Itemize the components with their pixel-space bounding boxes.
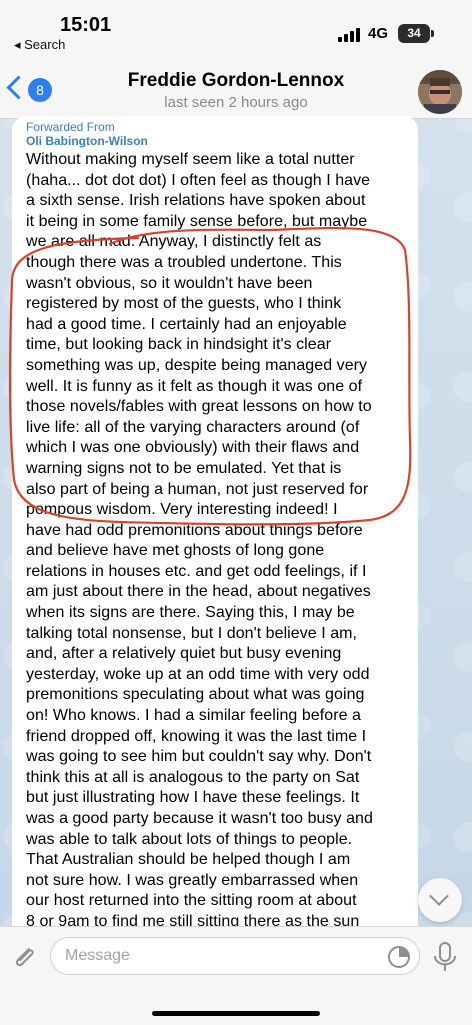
message-line: registered by most of the guests, who I … bbox=[26, 295, 342, 313]
message-line: was a good party because it wasn't too b… bbox=[26, 810, 373, 827]
message-placeholder: Message bbox=[65, 947, 130, 964]
status-time: 15:01 bbox=[60, 14, 112, 36]
forwarded-from-name[interactable]: Oli Babington-Wilson bbox=[26, 134, 148, 148]
message-line: well. It is funny as it felt as though i… bbox=[26, 377, 363, 395]
message-line: had a good time. I certainly had an enjo… bbox=[26, 315, 347, 333]
message-line: premonitions speculating about what was … bbox=[26, 686, 365, 704]
message-line: time, but looking back in hindsight it's… bbox=[26, 336, 332, 354]
message-line: That Australian should be helped though … bbox=[26, 851, 351, 869]
message-line: we are all mad. Anyway, I distinctly fel… bbox=[26, 233, 322, 251]
avatar[interactable] bbox=[418, 70, 462, 114]
network-type: 4G bbox=[368, 25, 389, 42]
message-input[interactable]: Message bbox=[50, 937, 420, 975]
message-line: relations in houses etc. and get odd fee… bbox=[26, 562, 367, 580]
message-line: but just illustrating how I have these f… bbox=[26, 789, 360, 807]
message-line: something was up, despite being managed … bbox=[26, 356, 368, 374]
sticker-icon[interactable] bbox=[387, 945, 411, 969]
message-line: friend dropped off, knowing it was the l… bbox=[26, 727, 367, 745]
message-line: which I was one obviously) with their fl… bbox=[26, 439, 360, 457]
message-line: a sixth sense. Irish relations have spok… bbox=[26, 192, 366, 210]
message-line: and, after a relatively quiet but busy e… bbox=[26, 645, 342, 663]
message-line: am just about there in the head, about n… bbox=[26, 583, 371, 601]
message-input-bar: Message bbox=[0, 926, 472, 1025]
message-line: those novels/fables with great lessons o… bbox=[26, 398, 372, 416]
message-line: talking total nonsense, but I don't beli… bbox=[26, 624, 358, 642]
message-line: our host returned into the sitting room … bbox=[26, 892, 357, 910]
message-line: was able to talk about lots of things to… bbox=[26, 830, 353, 848]
message-line: not sure how. I was greatly embarrassed … bbox=[26, 871, 359, 889]
forwarded-label: Forwarded From bbox=[26, 120, 115, 134]
status-bar: 15:01 ◂ Search 4G 34 bbox=[0, 0, 472, 62]
message-line: Without making myself seem like a total … bbox=[26, 151, 355, 168]
battery-cap bbox=[431, 30, 434, 37]
back-to-search-link[interactable]: ◂ Search bbox=[14, 37, 65, 53]
message-line: was going to see him but couldn't say wh… bbox=[26, 748, 372, 766]
message-line: (haha... dot dot dot) I often feel as th… bbox=[26, 171, 371, 189]
message-line: on! Who knows. I had a similar feeling b… bbox=[26, 707, 361, 725]
signal-icon bbox=[338, 26, 362, 42]
message-line: have had odd premonitions about things b… bbox=[26, 521, 363, 539]
message-line: wasn't obvious, so it wouldn't have been bbox=[26, 274, 313, 292]
chevron-down-icon bbox=[429, 886, 449, 906]
microphone-icon[interactable] bbox=[430, 941, 460, 973]
forwarded-message-bubble[interactable]: Forwarded From Oli Babington-Wilson With… bbox=[12, 116, 418, 966]
last-seen-status: last seen 2 hours ago bbox=[164, 94, 308, 111]
message-line: also part of being a human, not just res… bbox=[26, 480, 369, 498]
paperclip-icon[interactable] bbox=[8, 941, 40, 973]
message-line: warning signs not to be emulated. Yet th… bbox=[26, 459, 342, 477]
scroll-to-bottom-button[interactable] bbox=[418, 878, 462, 922]
chat-header: 8 Freddie Gordon-Lennox last seen 2 hour… bbox=[0, 62, 472, 119]
message-line: think this at all is analogous to the pa… bbox=[26, 768, 360, 786]
battery-icon: 34 bbox=[398, 24, 430, 43]
chat-title[interactable]: Freddie Gordon-Lennox bbox=[0, 70, 472, 92]
message-line: though there was a troubled undertone. T… bbox=[26, 253, 342, 271]
message-body: Without making myself seem like a total … bbox=[26, 150, 418, 933]
message-line: pompous wisdom. Very interesting indeed!… bbox=[26, 501, 338, 519]
home-indicator bbox=[152, 1011, 320, 1016]
message-line: live life: all of the varying characters… bbox=[26, 418, 360, 436]
message-line: yesterday, woke up at an odd time with v… bbox=[26, 665, 370, 683]
forwarded-header: Forwarded From Oli Babington-Wilson bbox=[26, 120, 148, 148]
message-line: it being in some family sense before, bu… bbox=[26, 212, 368, 230]
message-line: when its signs are there. Saying this, I… bbox=[26, 604, 355, 622]
message-line: and believe have met ghosts of long gone bbox=[26, 542, 325, 560]
